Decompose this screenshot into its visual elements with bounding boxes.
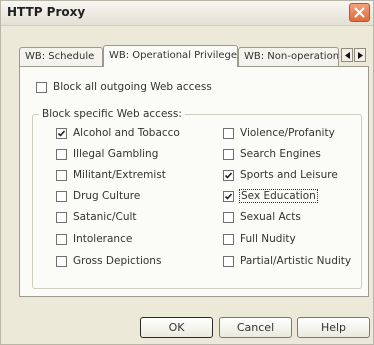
category-alcohol-tobacco[interactable]: Alcohol and Tobacco — [56, 126, 180, 140]
window-title: HTTP Proxy — [7, 5, 86, 19]
category-checkbox[interactable] — [56, 211, 67, 223]
category-checkbox[interactable] — [223, 127, 234, 139]
category-label: Gross Depictions — [73, 255, 162, 267]
category-checkbox[interactable] — [56, 255, 67, 267]
tab-label: WB: Operational Privileges — [109, 50, 238, 61]
tab-scroll-left-button[interactable] — [341, 48, 353, 62]
category-checkbox[interactable] — [223, 148, 234, 160]
category-label: Illegal Gambling — [73, 148, 159, 160]
tab-non-operational[interactable]: WB: Non-operation — [238, 47, 339, 66]
category-label: Militant/Extremist — [73, 169, 166, 181]
block-all-label: Block all outgoing Web access — [53, 81, 212, 93]
category-checkbox[interactable] — [223, 190, 234, 202]
category-checkbox[interactable] — [223, 169, 234, 181]
category-checkbox[interactable] — [223, 255, 234, 267]
category-illegal-gambling[interactable]: Illegal Gambling — [56, 147, 158, 161]
category-satanic-cult[interactable]: Satanic/Cult — [56, 210, 137, 224]
category-intolerance[interactable]: Intolerance — [56, 232, 132, 246]
category-label: Satanic/Cult — [73, 211, 137, 223]
cancel-button[interactable]: Cancel — [219, 317, 292, 338]
category-full-nudity[interactable]: Full Nudity — [223, 232, 296, 246]
category-label: Sports and Leisure — [240, 169, 338, 181]
tab-schedule[interactable]: WB: Schedule — [19, 47, 103, 66]
category-checkbox[interactable] — [56, 148, 67, 160]
category-militant-extremist[interactable]: Militant/Extremist — [56, 168, 166, 182]
category-checkbox[interactable] — [223, 211, 234, 223]
category-gross-depictions[interactable]: Gross Depictions — [56, 254, 161, 268]
tab-strip: WB: Schedule WB: Operational Privileges … — [19, 45, 369, 67]
group-label: Block specific Web access: — [39, 108, 185, 120]
ok-button[interactable]: OK — [140, 317, 213, 338]
tab-label: WB: Non-operation — [244, 51, 339, 62]
category-checkbox[interactable] — [56, 190, 67, 202]
tab-label: WB: Schedule — [25, 51, 95, 62]
category-label: Alcohol and Tobacco — [73, 127, 180, 139]
checkmark-icon — [224, 192, 233, 200]
close-icon — [354, 7, 365, 18]
checkmark-icon — [57, 129, 66, 137]
checkmark-icon — [224, 171, 233, 179]
http-proxy-dialog: HTTP Proxy WB: Schedule WB: Operational … — [0, 0, 374, 345]
tab-scroll-right-button[interactable] — [354, 48, 366, 62]
triangle-right-icon — [358, 52, 363, 59]
category-partial-artistic-nudity[interactable]: Partial/Artistic Nudity — [223, 254, 351, 268]
category-label: Search Engines — [240, 148, 321, 160]
category-checkbox[interactable] — [223, 233, 234, 245]
triangle-left-icon — [345, 52, 350, 59]
title-bar[interactable]: HTTP Proxy — [1, 1, 373, 26]
help-button[interactable]: Help — [297, 317, 370, 338]
category-sexual-acts[interactable]: Sexual Acts — [223, 210, 301, 224]
category-label: Sexual Acts — [240, 211, 301, 223]
tab-operational-privileges[interactable]: WB: Operational Privileges — [103, 45, 238, 67]
category-checkbox[interactable] — [56, 169, 67, 181]
category-violence-profanity[interactable]: Violence/Profanity — [223, 126, 335, 140]
category-sex-education[interactable]: Sex Education — [223, 189, 318, 203]
category-drug-culture[interactable]: Drug Culture — [56, 189, 140, 203]
category-label: Full Nudity — [240, 233, 296, 245]
category-label: Partial/Artistic Nudity — [240, 255, 352, 267]
category-checkbox[interactable] — [56, 233, 67, 245]
category-label: Violence/Profanity — [240, 127, 335, 139]
block-all-checkbox[interactable] — [36, 81, 47, 93]
tab-panel-operational-privileges: Block all outgoing Web access Block spec… — [19, 66, 369, 297]
category-search-engines[interactable]: Search Engines — [223, 147, 321, 161]
category-checkbox[interactable] — [56, 127, 67, 139]
category-label: Drug Culture — [73, 190, 141, 202]
category-label: Sex Education — [239, 189, 318, 203]
block-all-checkbox-row[interactable]: Block all outgoing Web access — [36, 80, 212, 94]
close-button[interactable] — [349, 3, 370, 22]
category-label: Intolerance — [73, 233, 133, 245]
category-sports-leisure[interactable]: Sports and Leisure — [223, 168, 338, 182]
